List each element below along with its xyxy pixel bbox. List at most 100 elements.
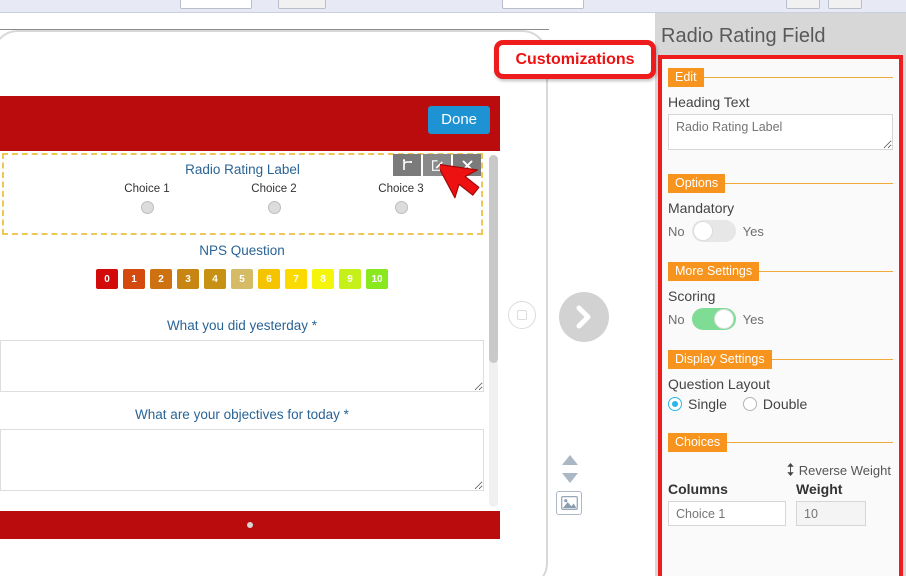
reverse-weight-button[interactable]: Reverse Weight xyxy=(668,463,893,478)
reverse-weight-icon xyxy=(786,463,795,476)
nps-question-field[interactable]: NPS Question 012345678910 xyxy=(0,243,484,289)
nps-box-6[interactable]: 6 xyxy=(258,269,280,289)
layout-double-radio[interactable] xyxy=(743,397,757,411)
nps-box-1[interactable]: 1 xyxy=(123,269,145,289)
nps-box-0[interactable]: 0 xyxy=(96,269,118,289)
radio-choice-1-input[interactable] xyxy=(141,201,154,214)
top-input-1[interactable] xyxy=(180,0,252,9)
heading-text-input[interactable] xyxy=(668,114,893,150)
question-2-label: What are your objectives for today * xyxy=(0,407,484,422)
customizations-panel: Radio Rating Field Edit Heading Text Opt… xyxy=(655,13,906,576)
radio-choice-2-input[interactable] xyxy=(268,201,281,214)
annotation-arrow-icon xyxy=(440,152,498,214)
nps-box-3[interactable]: 3 xyxy=(177,269,199,289)
nps-box-7[interactable]: 7 xyxy=(285,269,307,289)
section-choices: Choices Reverse Weight Columns Weight xyxy=(668,442,893,534)
question-1-textarea[interactable] xyxy=(0,340,484,392)
choices-col-columns: Columns xyxy=(668,481,786,497)
question-1-text: What you did yesterday xyxy=(167,318,308,333)
mandatory-toggle[interactable] xyxy=(692,220,736,242)
mandatory-toggle-row: No Yes xyxy=(668,220,893,242)
nps-box-5[interactable]: 5 xyxy=(231,269,253,289)
heading-text-label: Heading Text xyxy=(668,94,893,110)
mandatory-toggle-knob xyxy=(693,221,713,241)
radio-choices-row: Choice 1 Choice 2 Choice 3 xyxy=(4,183,481,225)
nps-box-4[interactable]: 4 xyxy=(204,269,226,289)
choices-col-weight: Weight xyxy=(796,481,866,497)
chevron-right-icon xyxy=(573,304,595,330)
question-2-text: What are your objectives for today xyxy=(135,407,340,422)
question-1-required-mark: * xyxy=(312,318,317,333)
nps-box-2[interactable]: 2 xyxy=(150,269,172,289)
scoring-toggle-knob xyxy=(714,309,734,329)
radio-choice-3-input[interactable] xyxy=(395,201,408,214)
next-page-button[interactable] xyxy=(559,292,609,342)
section-display-settings-legend: Display Settings xyxy=(668,350,772,369)
layout-single-label: Single xyxy=(688,396,727,412)
nps-question-label: NPS Question xyxy=(0,243,484,258)
image-button[interactable] xyxy=(556,491,582,515)
section-options-legend: Options xyxy=(668,174,725,193)
scoring-label: Scoring xyxy=(668,288,893,304)
pagination-dot xyxy=(247,522,253,528)
nps-box-8[interactable]: 8 xyxy=(312,269,334,289)
nps-box-9[interactable]: 9 xyxy=(339,269,361,289)
scoring-toggle[interactable] xyxy=(692,308,736,330)
section-edit: Edit Heading Text xyxy=(668,77,893,163)
choices-table-header: Columns Weight xyxy=(668,481,893,497)
home-square-icon xyxy=(517,310,527,320)
layout-double-label: Double xyxy=(763,396,807,412)
reorder-arrows[interactable] xyxy=(559,454,581,484)
section-display-settings: Display Settings Question Layout Single … xyxy=(668,359,893,420)
radio-choice-1-label: Choice 1 xyxy=(92,183,202,195)
layout-single-radio[interactable] xyxy=(668,397,682,411)
form-preview-body: Radio Rating Label xyxy=(0,151,500,511)
scoring-yes-label: Yes xyxy=(743,312,764,327)
question-2-textarea[interactable] xyxy=(0,429,484,491)
reverse-weight-label: Reverse Weight xyxy=(799,463,891,478)
image-icon xyxy=(561,496,578,510)
selected-field-radio-rating[interactable]: Radio Rating Label xyxy=(2,153,483,235)
radio-choice-1[interactable]: Choice 1 xyxy=(92,183,202,214)
top-chrome-strip xyxy=(0,0,906,13)
choices-table-row xyxy=(668,501,893,526)
scoring-no-label: No xyxy=(668,312,685,327)
screen: Done Radio Rating Label xyxy=(0,0,906,576)
customizations-callout-label: Customizations xyxy=(515,51,634,69)
top-input-4[interactable] xyxy=(786,0,820,9)
customizations-callout: Customizations xyxy=(494,40,656,79)
question-2-required-mark: * xyxy=(344,407,349,422)
arrow-up-down-icon xyxy=(559,454,581,484)
question-1-label: What you did yesterday * xyxy=(0,318,484,333)
choice-1-weight-input[interactable] xyxy=(796,501,866,526)
radio-choice-2-label: Choice 2 xyxy=(219,183,329,195)
form-builder-canvas: Done Radio Rating Label xyxy=(0,13,655,576)
mandatory-yes-label: Yes xyxy=(743,224,764,239)
scoring-toggle-row: No Yes xyxy=(668,308,893,330)
section-options: Options Mandatory No Yes xyxy=(668,183,893,250)
radio-choice-2[interactable]: Choice 2 xyxy=(219,183,329,214)
question-field-2[interactable]: What are your objectives for today * xyxy=(0,407,484,491)
question-layout-radio-group: Single Double xyxy=(668,396,893,412)
question-field-1[interactable]: What you did yesterday * xyxy=(0,318,484,392)
section-choices-legend: Choices xyxy=(668,433,727,452)
top-input-2[interactable] xyxy=(278,0,326,9)
section-edit-legend: Edit xyxy=(668,68,704,87)
mandatory-no-label: No xyxy=(668,224,685,239)
branching-icon[interactable] xyxy=(393,154,421,176)
mandatory-label: Mandatory xyxy=(668,200,893,216)
nps-box-10[interactable]: 10 xyxy=(366,269,388,289)
top-input-5[interactable] xyxy=(828,0,862,9)
section-more-settings: More Settings Scoring No Yes xyxy=(668,271,893,338)
top-input-3[interactable] xyxy=(502,0,584,9)
done-button[interactable]: Done xyxy=(428,106,490,134)
section-more-settings-legend: More Settings xyxy=(668,262,759,281)
question-layout-label: Question Layout xyxy=(668,376,893,392)
nps-scale: 012345678910 xyxy=(0,269,484,289)
device-home-button[interactable] xyxy=(508,301,536,329)
panel-title: Radio Rating Field xyxy=(661,25,826,48)
form-header-bar: Done xyxy=(0,96,500,151)
choice-1-column-input[interactable] xyxy=(668,501,786,526)
form-footer-bar xyxy=(0,511,500,539)
panel-sections-container: Edit Heading Text Options Mandatory No Y… xyxy=(658,55,903,576)
